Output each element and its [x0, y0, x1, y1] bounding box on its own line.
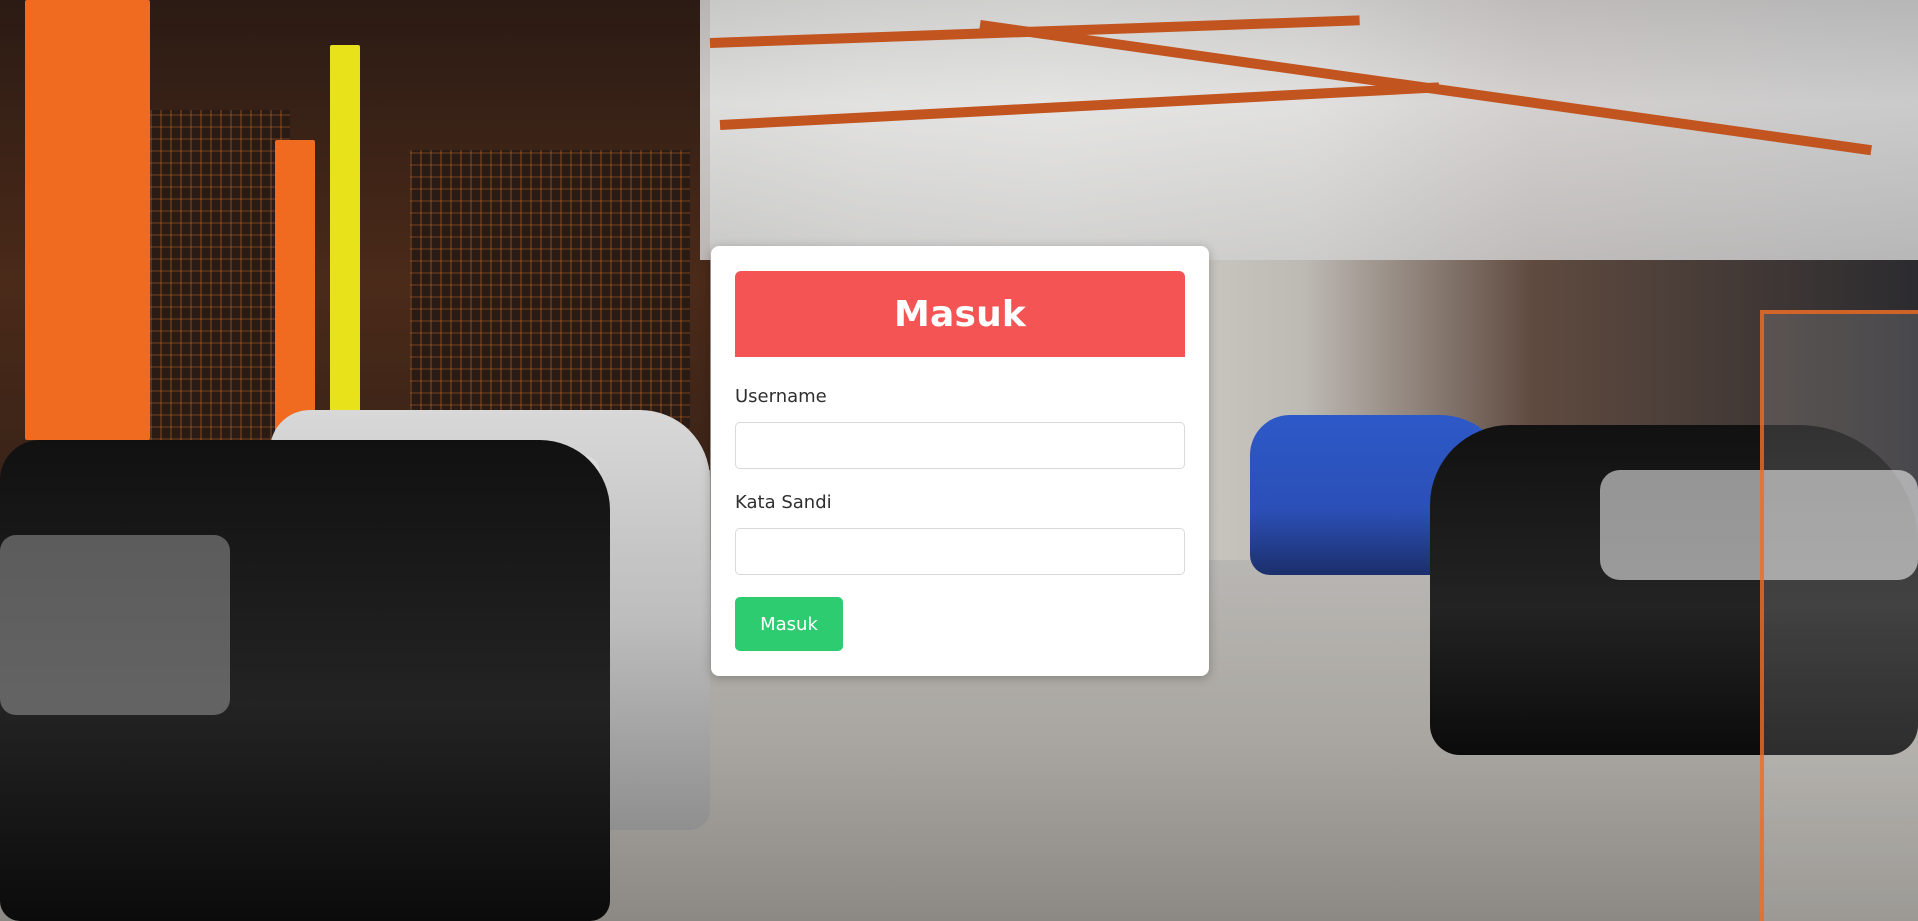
yellow-column [330, 45, 360, 415]
glass-partition [1760, 310, 1918, 921]
car-window [0, 535, 230, 715]
username-input[interactable] [735, 422, 1185, 469]
username-label: Username [735, 386, 827, 407]
password-label: Kata Sandi [735, 492, 832, 513]
orange-column [25, 0, 150, 440]
login-title: Masuk [893, 293, 1027, 335]
cage-grate [410, 150, 690, 430]
login-card: Masuk Username Kata Sandi Masuk [711, 246, 1209, 676]
login-submit-button[interactable]: Masuk [735, 597, 843, 651]
login-header: Masuk [735, 271, 1185, 357]
password-input[interactable] [735, 528, 1185, 575]
